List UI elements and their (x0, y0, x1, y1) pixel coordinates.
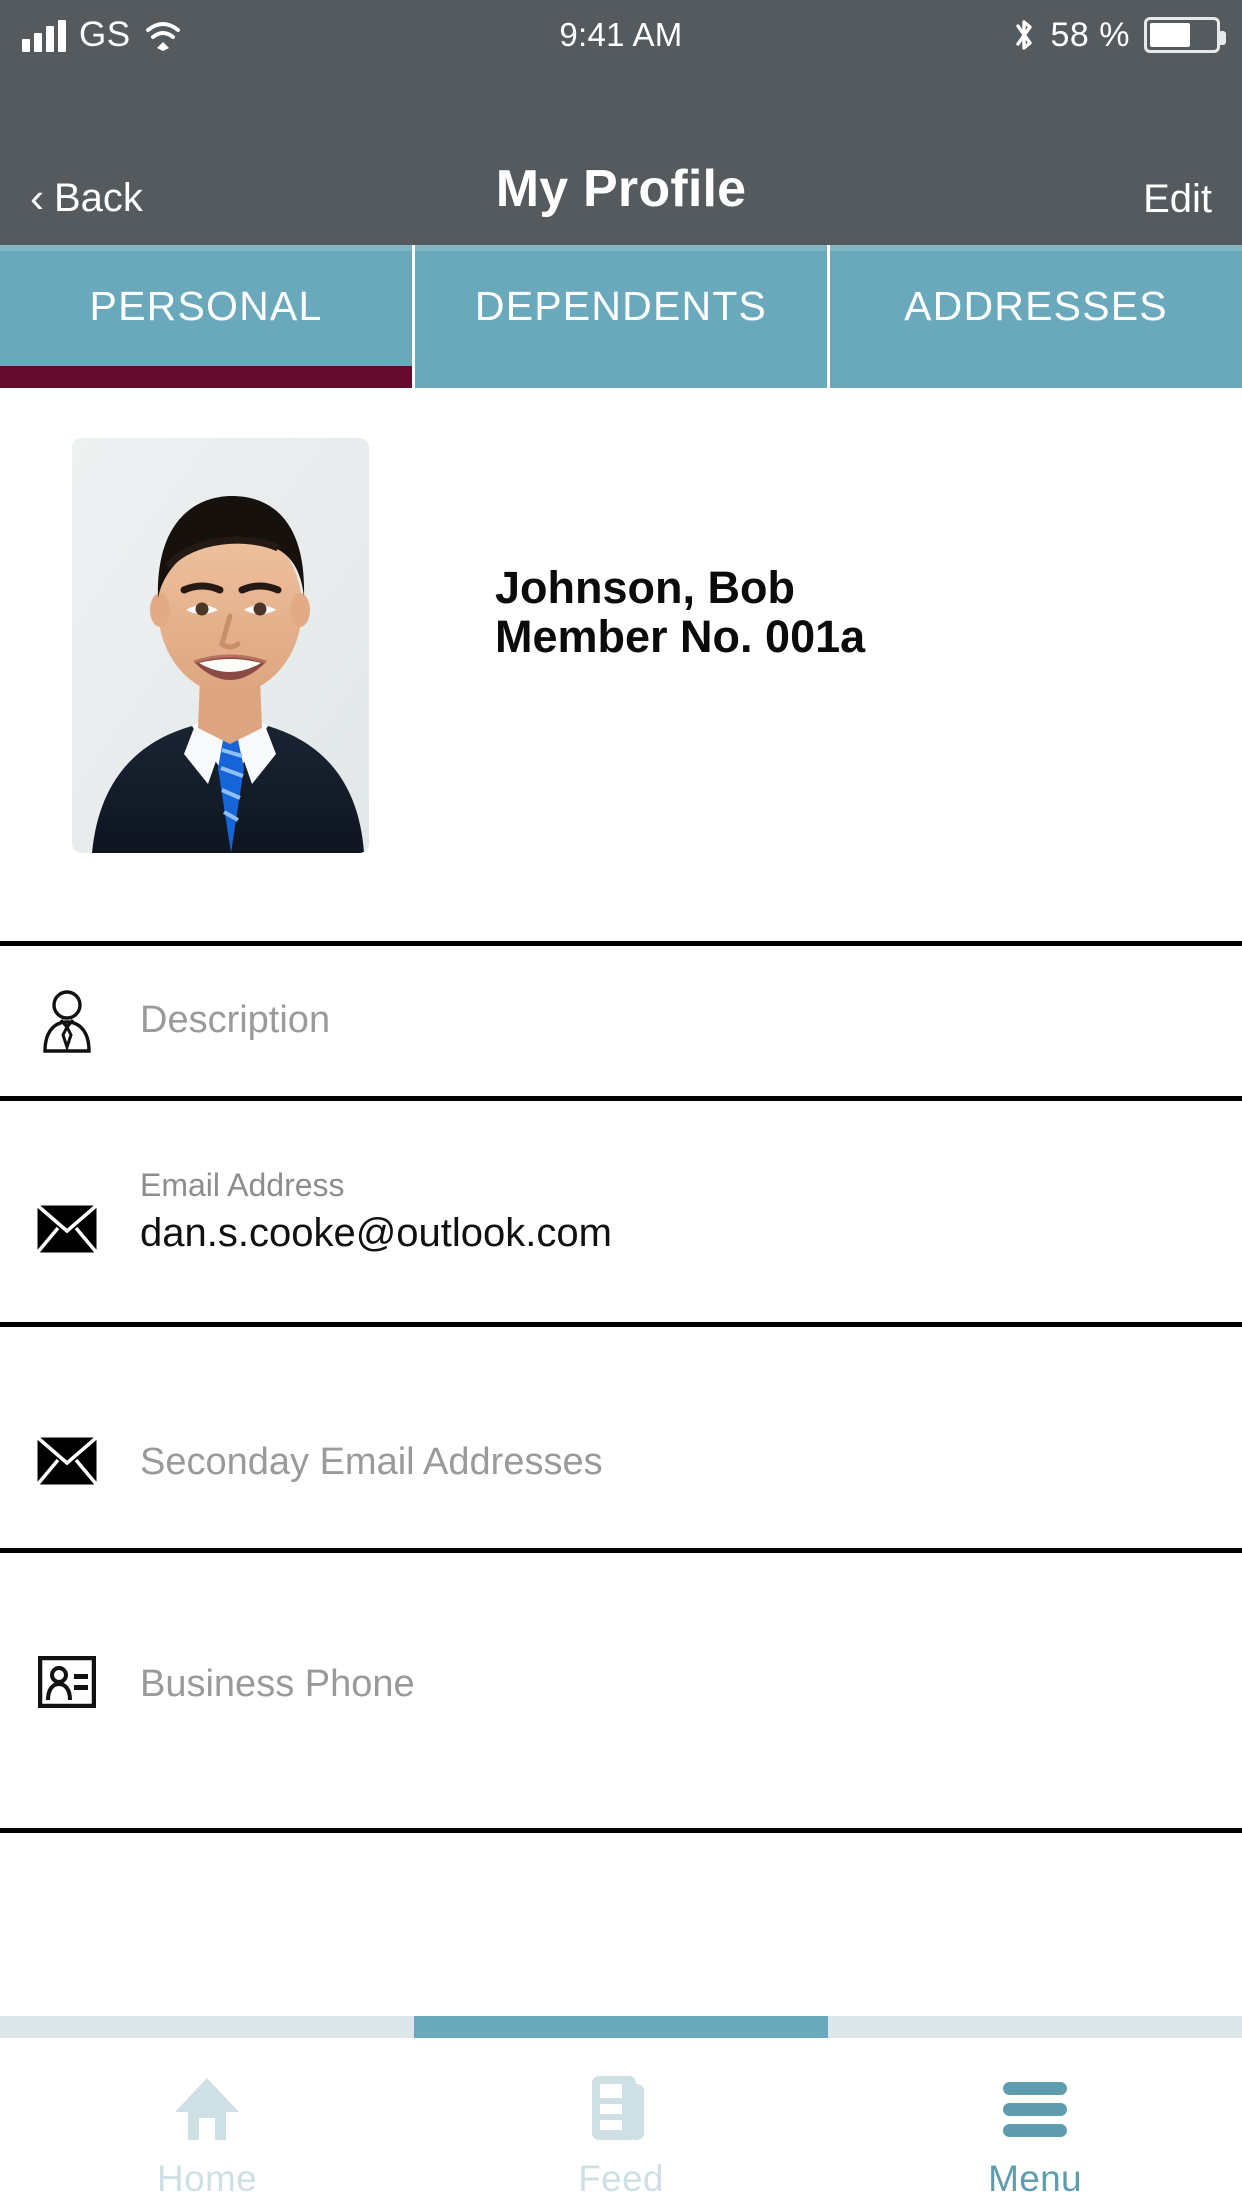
avatar[interactable] (72, 438, 369, 853)
tab-dependents-label: DEPENDENTS (474, 283, 768, 329)
bottom-tab-home[interactable]: Home (0, 2038, 414, 2208)
edit-button[interactable]: Edit (1143, 179, 1212, 219)
profile-name: Johnson, Bob (495, 562, 795, 613)
field-placeholder-business-phone: Business Phone (140, 1663, 415, 1706)
profile-header: Johnson, Bob Member No. 001a (0, 388, 1242, 868)
bottom-tab-home-label: Home (157, 2158, 257, 2199)
tab-indicator (415, 366, 827, 388)
wifi-icon (144, 20, 182, 52)
field-value-email-address: dan.s.cooke@outlook.com (140, 1211, 612, 1255)
tab-addresses[interactable]: ADDRESSES (830, 245, 1242, 388)
battery-percent-label: 58 % (1050, 15, 1130, 54)
tab-dependents[interactable]: DEPENDENTS (415, 245, 830, 388)
field-body: Seconday Email Addresses (140, 1440, 603, 1486)
envelope-icon (30, 1204, 104, 1258)
status-bar-right: 58 % (1011, 15, 1226, 55)
bottom-tab-menu[interactable]: Menu (828, 2038, 1242, 2208)
profile-member-number: Member No. 001a (495, 611, 866, 663)
field-label-email-address: Email Address (140, 1166, 345, 1203)
tab-active-indicator (0, 366, 412, 388)
field-placeholder-description: Description (140, 999, 331, 1042)
bottom-tab-menu-label: Menu (988, 2158, 1082, 2199)
profile-photo (72, 438, 369, 853)
nav-bar: ‹ Back My Profile Edit (0, 70, 1242, 245)
page-title: My Profile (495, 160, 747, 218)
contact-card-icon (30, 1656, 104, 1708)
envelope-icon (30, 1436, 104, 1486)
tab-personal[interactable]: PERSONAL (0, 245, 415, 388)
bluetooth-icon (1011, 17, 1037, 53)
profile-identity: Johnson, Bob Member No. 001a (495, 438, 865, 661)
field-list: Description Email Address dan.s.cooke@ou… (0, 941, 1242, 1833)
bottom-tab-feed-label: Feed (578, 2158, 664, 2199)
battery-icon (1144, 17, 1226, 53)
signal-bars-icon (22, 20, 66, 52)
field-row-description[interactable]: Description (0, 946, 1242, 1096)
hamburger-icon (999, 2072, 1071, 2144)
status-bar-left: GS (22, 15, 182, 54)
segment-tab-bar: PERSONAL DEPENDENTS ADDRESSES (0, 245, 1242, 388)
carrier-label: GS (79, 15, 131, 54)
bottom-tab-feed[interactable]: Feed (414, 2038, 828, 2208)
field-row-secondary-email[interactable]: Seconday Email Addresses (0, 1327, 1242, 1512)
tab-addresses-label: ADDRESSES (904, 283, 1168, 329)
field-placeholder-secondary-email: Seconday Email Addresses (140, 1441, 603, 1484)
back-button-label: Back (54, 176, 143, 220)
feed-icon (590, 2072, 652, 2144)
field-body: Email Address dan.s.cooke@outlook.com (140, 1166, 612, 1258)
progress-track (0, 2016, 1242, 2038)
row-gap (0, 1286, 1242, 1322)
chevron-left-icon: ‹ (30, 174, 44, 221)
profile-content: Johnson, Bob Member No. 001a Description (0, 388, 1242, 1833)
bottom-tab-bar: Home Feed Menu (0, 2038, 1242, 2208)
row-gap (0, 1738, 1242, 1828)
field-row-email-address[interactable]: Email Address dan.s.cooke@outlook.com (0, 1101, 1242, 1286)
home-icon (171, 2072, 243, 2144)
bottom-bar: Home Feed Menu (0, 1980, 1242, 2208)
status-bar: GS 9:41 AM 58 % (0, 0, 1242, 70)
person-tie-icon (30, 989, 104, 1053)
field-row-business-phone[interactable]: Business Phone (0, 1553, 1242, 1738)
progress-active-segment (413, 2016, 828, 2038)
row-divider (0, 1828, 1242, 1833)
back-button[interactable]: ‹ Back (30, 177, 143, 219)
field-body: Description (140, 998, 330, 1044)
field-body: Business Phone (140, 1662, 415, 1708)
tab-indicator (830, 366, 1242, 388)
row-gap (0, 1512, 1242, 1548)
tab-personal-label: PERSONAL (89, 283, 323, 329)
